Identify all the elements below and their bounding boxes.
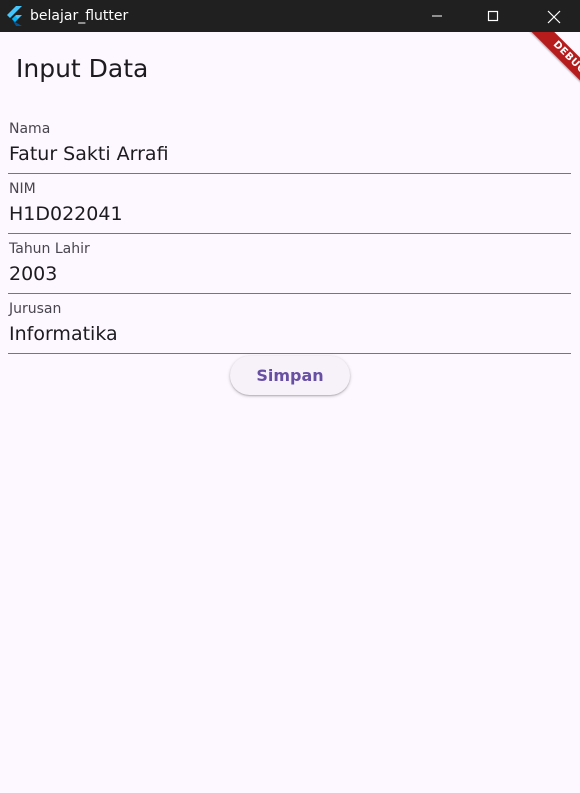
- nim-label: NIM: [9, 181, 36, 197]
- window-title: belajar_flutter: [30, 8, 129, 24]
- nama-input[interactable]: [8, 140, 571, 168]
- minimize-icon: [432, 15, 442, 17]
- tahun-lahir-label: Tahun Lahir: [9, 241, 90, 257]
- tahun-lahir-field: Tahun Lahir: [8, 240, 571, 300]
- nama-underline: [8, 173, 571, 174]
- nim-input[interactable]: [8, 200, 571, 228]
- save-button[interactable]: Simpan: [230, 356, 350, 395]
- jurusan-input[interactable]: [8, 320, 571, 348]
- debug-banner: DEBUG: [498, 32, 580, 114]
- maximize-button[interactable]: [470, 0, 516, 32]
- tahun-lahir-underline: [8, 293, 571, 294]
- debug-banner-label: DEBUG: [520, 32, 580, 107]
- nim-field: NIM: [8, 180, 571, 240]
- tahun-lahir-input[interactable]: [8, 260, 571, 288]
- jurusan-field: Jurusan: [8, 300, 571, 360]
- nim-underline: [8, 233, 571, 234]
- minimize-button[interactable]: [414, 0, 460, 32]
- nama-label: Nama: [9, 121, 51, 137]
- jurusan-underline: [8, 353, 571, 354]
- close-icon: [547, 10, 561, 24]
- page-title: Input Data: [16, 54, 149, 83]
- jurusan-label: Jurusan: [9, 301, 62, 317]
- flutter-logo-icon: [6, 6, 24, 26]
- nama-field: Nama: [8, 120, 571, 180]
- window-title-bar: belajar_flutter: [0, 0, 580, 32]
- maximize-icon: [487, 10, 499, 22]
- close-button[interactable]: [530, 0, 576, 32]
